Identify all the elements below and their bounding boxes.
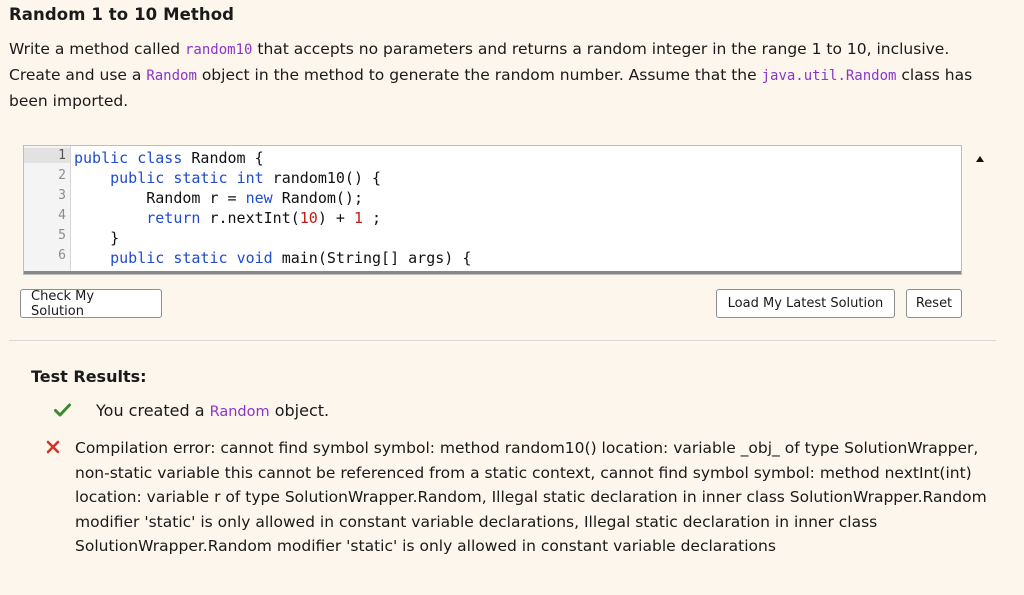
x-icon — [46, 440, 60, 454]
passed-test-message: You created a Random object. — [96, 401, 329, 420]
section-divider — [9, 340, 996, 341]
code-keyword: public — [110, 249, 165, 267]
passed-suffix: object. — [269, 401, 330, 420]
code-number: 1 — [353, 209, 363, 227]
line-number: 3 — [58, 188, 66, 203]
code-keyword: void — [236, 249, 273, 267]
code-keyword: public — [74, 149, 129, 167]
code-token: } — [110, 229, 120, 247]
reset-button[interactable]: Reset — [906, 289, 962, 318]
code-token: ; — [363, 209, 382, 227]
import-class-code: java.util.Random — [761, 68, 897, 84]
passed-prefix: You created a — [96, 401, 210, 420]
line-number: 2 — [58, 168, 66, 183]
code-keyword: static — [173, 249, 228, 267]
code-line[interactable]: public static void main(String[] args) { — [74, 248, 471, 268]
code-keyword: new — [245, 189, 273, 207]
line-number: 1 — [24, 148, 70, 163]
passed-code: Random — [209, 404, 270, 420]
check-icon — [54, 403, 71, 417]
code-keyword: int — [236, 169, 264, 187]
code-keyword: static — [173, 169, 228, 187]
code-line[interactable]: Random r = new Random(); — [74, 188, 363, 208]
desc-text-3: object in the method to generate the ran… — [196, 66, 762, 84]
code-line[interactable]: } — [74, 228, 119, 248]
desc-text-1: Write a method called — [9, 40, 185, 58]
code-line[interactable]: return r.nextInt(10) + 1 ; — [74, 208, 381, 228]
code-token: Random r = — [146, 189, 246, 207]
line-number-gutter: 1 2 3 4 5 6 — [24, 146, 71, 274]
code-token: ) + — [317, 209, 354, 227]
code-line[interactable]: public class Random { — [74, 148, 264, 168]
code-token: random10() { — [263, 169, 382, 187]
editor-bottom-border — [24, 271, 961, 274]
line-number: 5 — [58, 228, 66, 243]
code-keyword: public — [110, 169, 165, 187]
test-results-title: Test Results: — [31, 367, 147, 386]
code-token: r.nextInt( — [200, 209, 300, 227]
code-editor[interactable]: 1 2 3 4 5 6 public class Random { public… — [23, 145, 962, 275]
code-keyword: class — [137, 149, 183, 167]
problem-description: Write a method called random10 that acce… — [9, 37, 999, 114]
method-name-code: random10 — [185, 42, 253, 58]
line-number: 4 — [58, 208, 66, 223]
code-token: Random { — [182, 149, 264, 167]
random-class-code: Random — [146, 68, 197, 84]
load-latest-solution-button[interactable]: Load My Latest Solution — [716, 289, 895, 318]
code-number: 10 — [299, 209, 318, 227]
code-token: Random(); — [272, 189, 363, 207]
code-keyword: return — [146, 209, 201, 227]
line-number: 6 — [58, 248, 66, 263]
code-line[interactable]: public static int random10() { — [74, 168, 381, 188]
code-token: main(String[] args) { — [272, 249, 472, 267]
compilation-error-message: Compilation error: cannot find symbol sy… — [75, 439, 987, 556]
check-solution-button[interactable]: Check My Solution — [20, 289, 162, 319]
problem-title: Random 1 to 10 Method — [9, 5, 235, 24]
scroll-up-arrow-icon[interactable] — [976, 156, 984, 162]
